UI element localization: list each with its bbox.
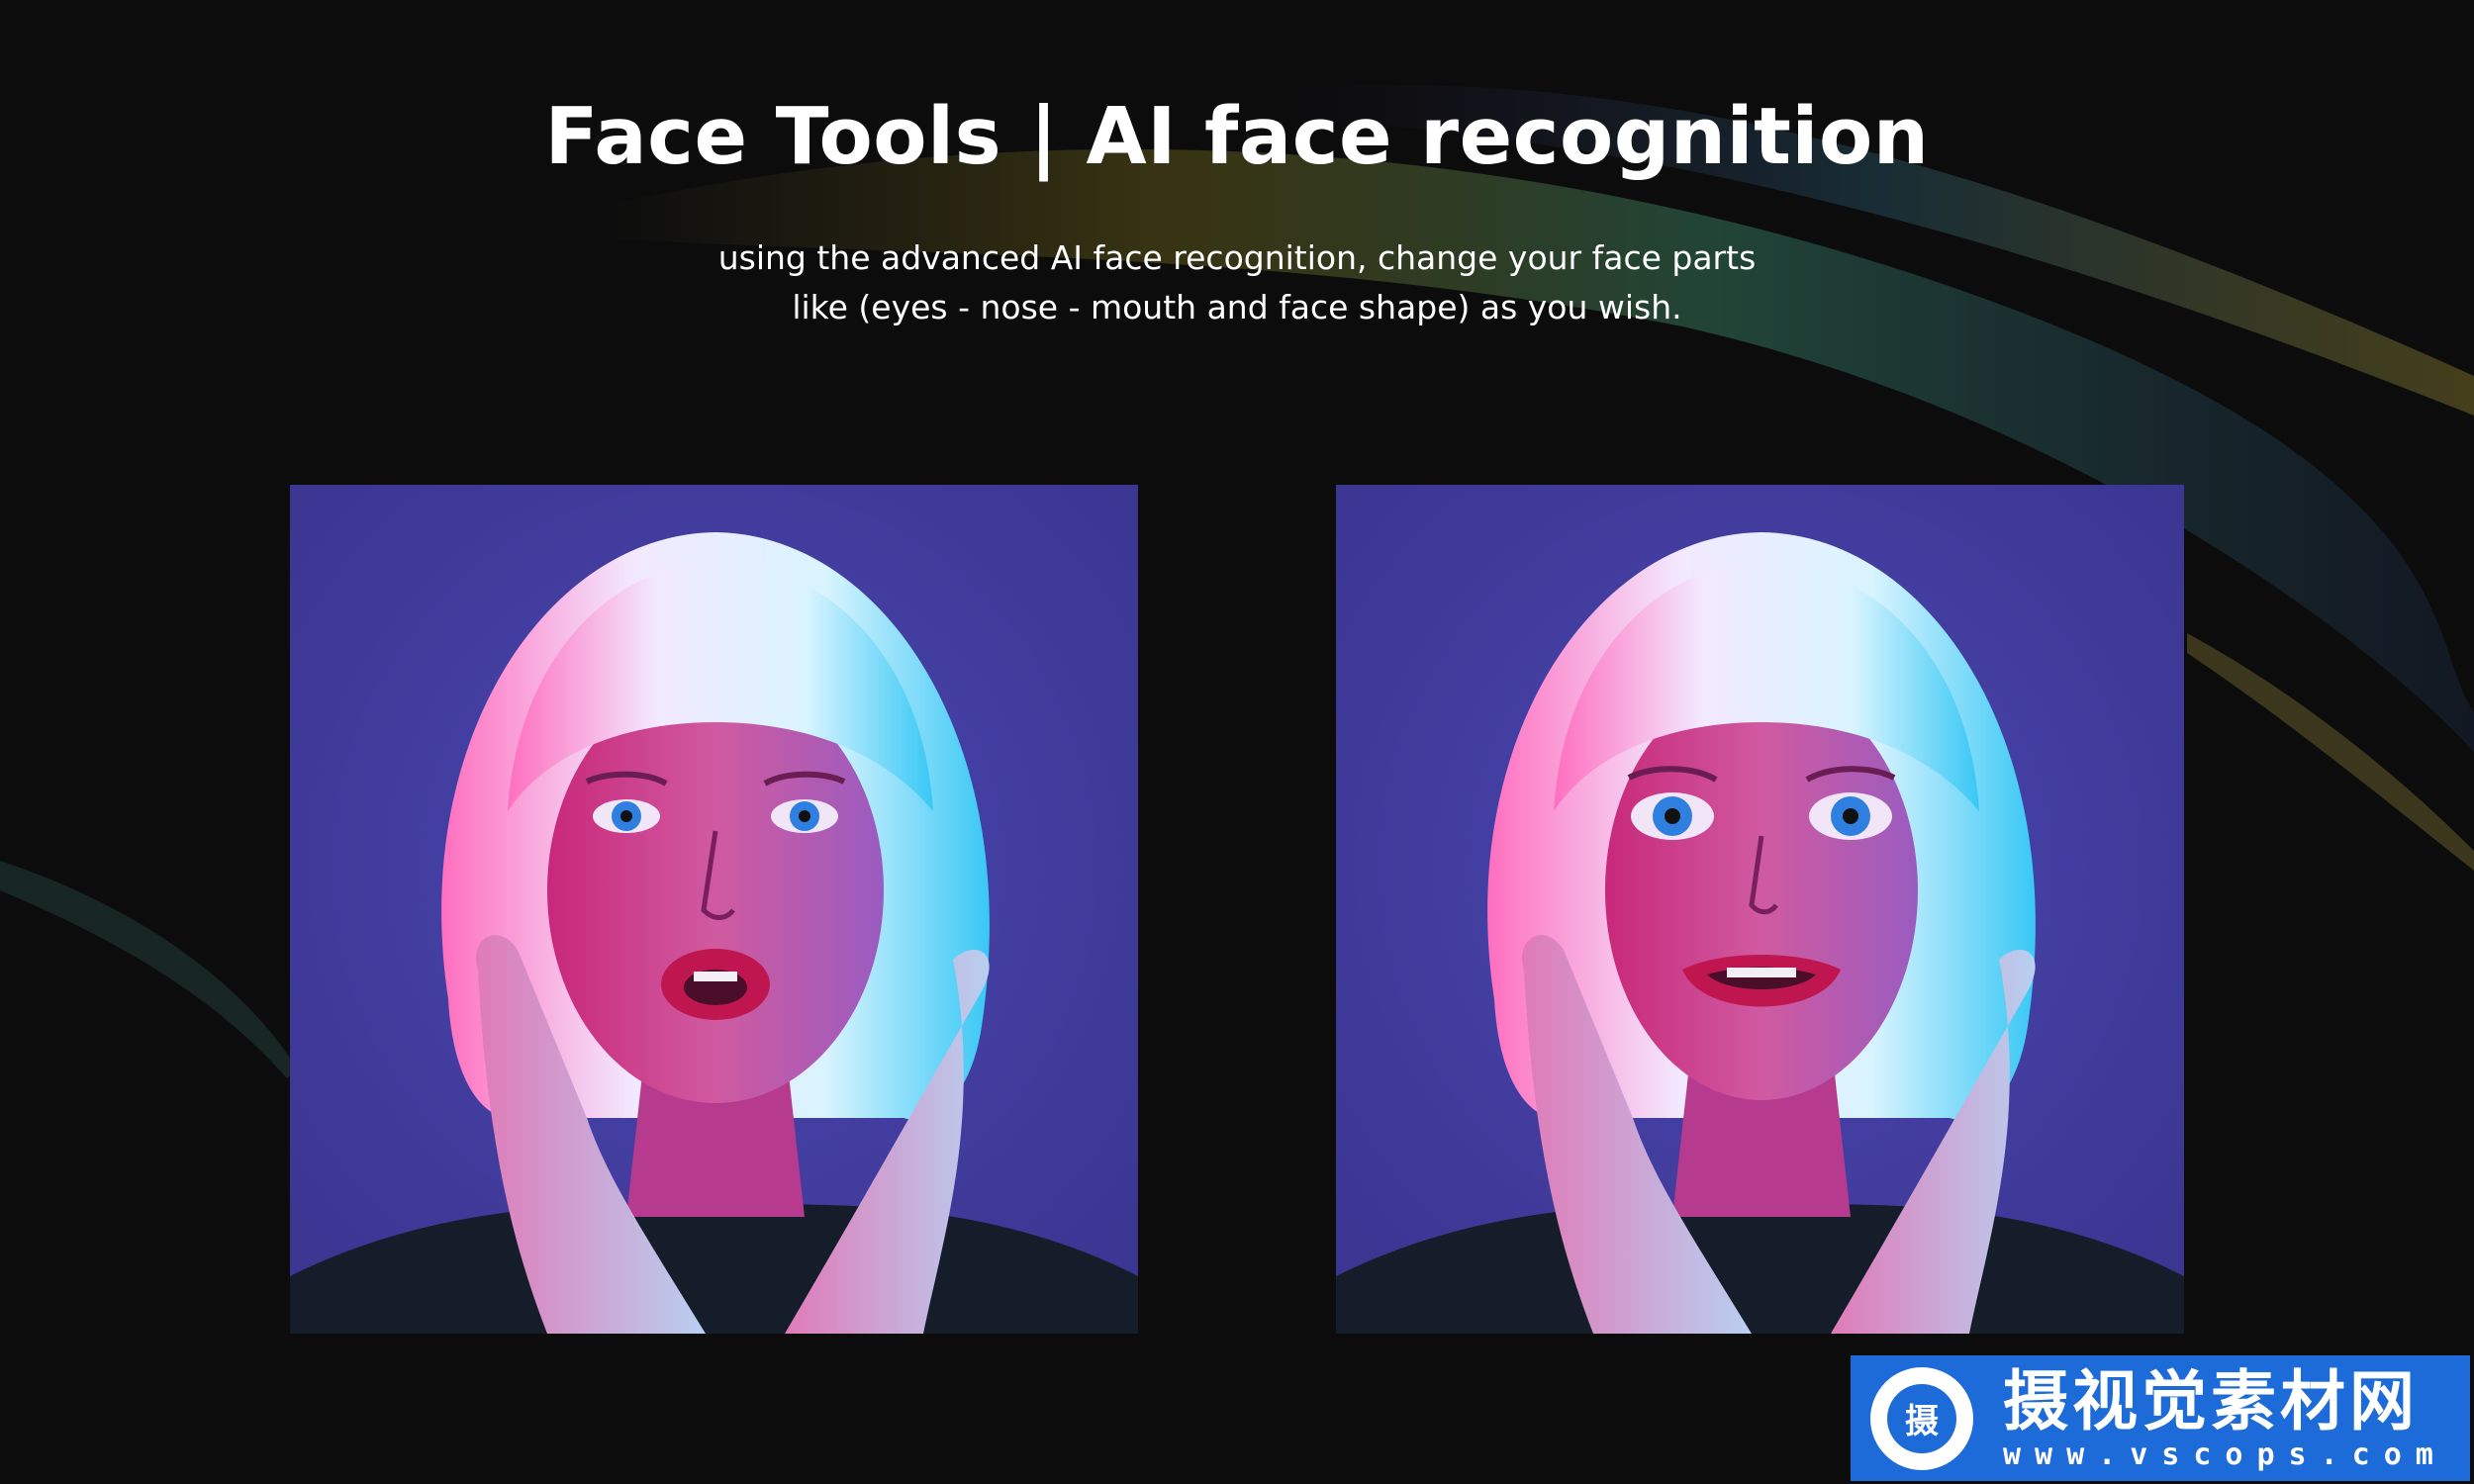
after-photo [1336,485,2184,1334]
page-title: Face Tools | AI face recognition [544,91,1930,182]
page-subtitle: using the advanced AI face recognition, … [0,233,2474,332]
watermark-url: www.vscops.com [2003,1437,2447,1472]
watermark-text: 摄视觉素材网 www.vscops.com [2003,1362,2447,1472]
watermark-title: 摄视觉素材网 [2003,1362,2419,1439]
before-photo [290,485,1138,1334]
watermark-badge: 摄 摄视觉素材网 www.vscops.com [1851,1355,2470,1481]
camera-aperture-logo-icon: 摄 [1870,1366,1973,1470]
subtitle-line-1: using the advanced AI face recognition, … [717,238,1757,277]
logo-glyph: 摄 [1887,1383,1956,1453]
subtitle-line-2: like (eyes - nose - mouth and face shape… [792,288,1682,326]
